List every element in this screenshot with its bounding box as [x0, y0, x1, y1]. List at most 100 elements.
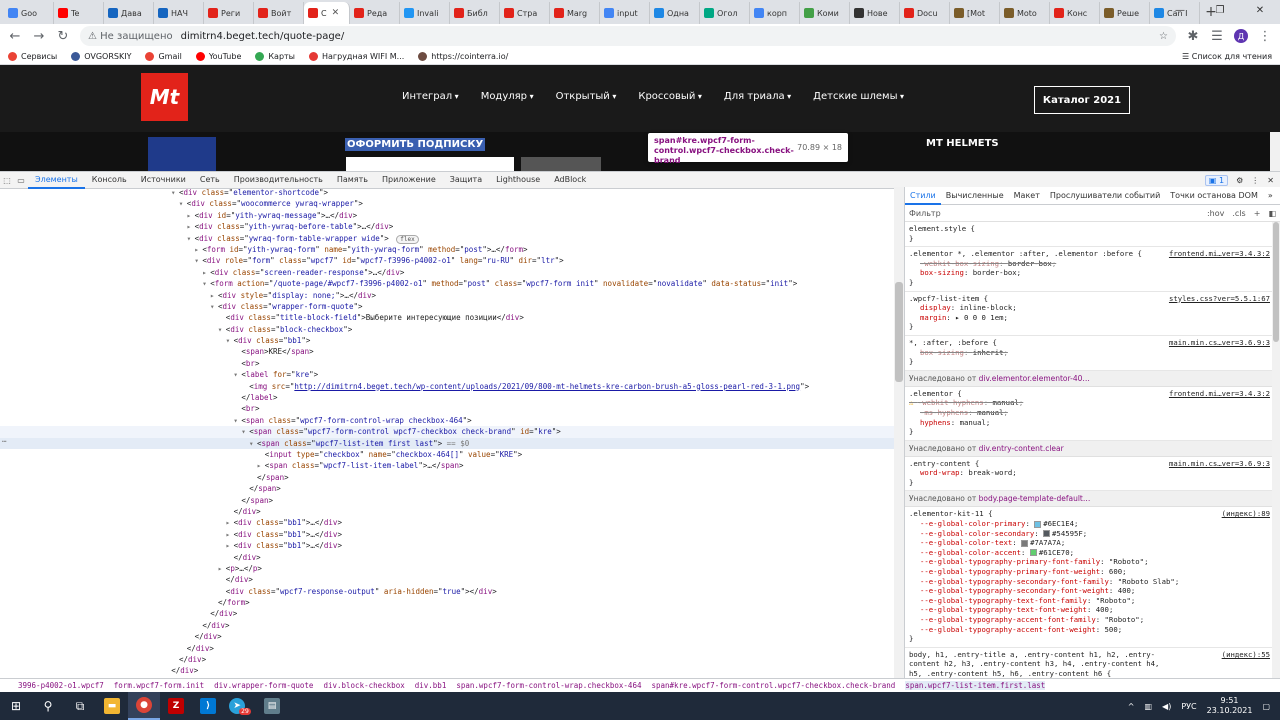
rule-source-link[interactable]: (индекс):89: [1222, 509, 1270, 519]
dom-node[interactable]: </div>: [0, 620, 904, 631]
site-logo[interactable]: Mt: [141, 73, 188, 121]
color-swatch-icon[interactable]: [1043, 530, 1051, 538]
breadcrumb-item[interactable]: div.block-checkbox: [323, 681, 404, 690]
site-menu-item[interactable]: Интеграл: [402, 91, 459, 102]
css-property-name[interactable]: --e-global-color-primary: [920, 519, 1025, 528]
css-property-value[interactable]: manual: [993, 398, 1019, 407]
back-button[interactable]: ←: [8, 29, 22, 44]
styles-tab[interactable]: Стили: [905, 187, 941, 205]
dom-node[interactable]: ▸ <span class="wpcf7-list-item-label">…</…: [0, 460, 904, 471]
dom-node[interactable]: ▾ <div class="ywraq-form-table-wrapper wi…: [0, 233, 904, 244]
breadcrumb-item[interactable]: form.wpcf7-form.init: [114, 681, 204, 690]
css-property-value[interactable]: border-box: [1008, 259, 1052, 268]
vscode-taskbar-icon[interactable]: ⟩: [192, 692, 224, 720]
expand-toggle-icon[interactable]: ▾: [249, 438, 257, 449]
css-property-name[interactable]: word-wrap: [920, 468, 960, 477]
styles-filter-input[interactable]: Фильтр: [909, 209, 1199, 218]
site-scrollbar[interactable]: [1270, 132, 1280, 171]
css-property[interactable]: --e-global-typography-primary-font-weigh…: [909, 567, 1270, 577]
browser-tab[interactable]: Docu: [900, 2, 950, 24]
browser-tab[interactable]: Войт: [254, 2, 304, 24]
css-property[interactable]: --e-global-typography-accent-font-weight…: [909, 625, 1270, 635]
color-swatch-icon[interactable]: [1034, 520, 1042, 528]
dom-node[interactable]: </div>: [0, 552, 904, 563]
issues-badge[interactable]: ▣ 1: [1204, 174, 1229, 186]
css-property-name[interactable]: --e-global-color-text: [920, 538, 1012, 547]
telegram-taskbar-icon[interactable]: ➤ 29: [224, 692, 256, 720]
color-swatch-icon[interactable]: [1029, 549, 1037, 557]
css-property[interactable]: margin: ▸ 0 0 0 1em;: [909, 313, 1270, 323]
dom-node[interactable]: ▸ <div id="yith-ywraq-message">…</div>: [0, 210, 904, 221]
dom-node[interactable]: ▾ <span class="wpcf7-form-control wpcf7-c…: [0, 426, 904, 438]
css-property-value[interactable]: #7A7A7A: [1030, 538, 1061, 547]
css-property-name[interactable]: --e-global-typography-primary-font-famil…: [920, 557, 1100, 566]
dom-node[interactable]: </form>: [0, 597, 904, 608]
new-rule-button[interactable]: +: [1254, 209, 1261, 218]
bookmark-item[interactable]: Сервисы: [8, 51, 57, 61]
css-property-value[interactable]: #6EC1E4: [1043, 519, 1074, 528]
catalog-button[interactable]: Каталог 2021: [1034, 86, 1130, 114]
dom-node[interactable]: </div>: [0, 643, 904, 654]
expand-toggle-icon[interactable]: ▾: [171, 187, 179, 198]
dom-node[interactable]: <input type="checkbox" name="checkbox-46…: [0, 449, 904, 460]
css-property[interactable]: -ms-hyphens: manual;: [909, 408, 1270, 418]
devtools-more-icon[interactable]: ⋮: [1251, 176, 1259, 185]
dom-node[interactable]: ▸ <div class="yith-ywraq-before-table">…<…: [0, 221, 904, 232]
browser-tab[interactable]: корп: [750, 2, 800, 24]
subscribe-email-input[interactable]: [346, 157, 514, 171]
css-property-value[interactable]: "Roboto": [1096, 596, 1131, 605]
browser-tab[interactable]: Библ: [450, 2, 500, 24]
css-property-name[interactable]: --e-global-typography-accent-font-weight: [920, 625, 1096, 634]
css-property-value[interactable]: 400: [1118, 586, 1131, 595]
css-property-value[interactable]: break-word: [968, 468, 1012, 477]
expand-toggle-icon[interactable]: ▸: [210, 290, 218, 301]
volume-icon[interactable]: ◀): [1162, 702, 1171, 711]
network-icon[interactable]: ▥: [1144, 702, 1152, 711]
expand-toggle-icon[interactable]: ▸: [257, 460, 265, 471]
breadcrumb-item[interactable]: div.wrapper-form-quote: [214, 681, 313, 690]
close-window-button[interactable]: ✕: [1240, 0, 1280, 24]
dom-node[interactable]: ▸ <div class="bb1">…</div>: [0, 517, 904, 528]
dom-node[interactable]: </label>: [0, 392, 904, 403]
css-property[interactable]: display: inline-block;: [909, 303, 1270, 313]
elements-tree[interactable]: ▾ <div class="elementor-shortcode"> ▾ <div …: [0, 187, 905, 678]
site-menu-item[interactable]: Модуляр: [481, 91, 534, 102]
css-property-name[interactable]: --e-global-color-secondary: [920, 529, 1034, 538]
bookmark-item[interactable]: Карты: [255, 51, 295, 61]
expand-toggle-icon[interactable]: ▾: [187, 233, 195, 244]
dom-node[interactable]: ▸ <div class="bb1">…</div>: [0, 540, 904, 551]
color-swatch-icon[interactable]: [1021, 539, 1029, 547]
css-property[interactable]: --e-global-color-accent: #61CE70;: [909, 548, 1270, 558]
expand-toggle-icon[interactable]: ▸: [226, 517, 234, 528]
node-actions-icon[interactable]: …: [2, 435, 7, 444]
css-property-value[interactable]: inherit: [973, 348, 1004, 357]
browser-tab[interactable]: Дава: [104, 2, 154, 24]
css-property-name[interactable]: -webkit-hyphens: [918, 398, 984, 407]
task-view-icon[interactable]: ⧉: [64, 692, 96, 720]
css-property-name[interactable]: --e-global-typography-accent-font-family: [920, 615, 1096, 624]
settings-gear-icon[interactable]: ⚙: [1236, 176, 1243, 185]
css-property-value[interactable]: 500: [1105, 625, 1118, 634]
windows-start-icon[interactable]: ⊞: [0, 692, 32, 720]
browser-tab[interactable]: Реги: [204, 2, 254, 24]
dom-node[interactable]: ▾ <div class="elementor-shortcode">: [0, 187, 904, 198]
tab-close-icon[interactable]: ✕: [332, 8, 340, 18]
dom-node[interactable]: </span>: [0, 495, 904, 506]
css-property-name[interactable]: --e-global-typography-primary-font-weigh…: [920, 567, 1100, 576]
browser-tab[interactable]: Реда: [350, 2, 400, 24]
expand-toggle-icon[interactable]: ▸: [226, 529, 234, 540]
forward-button[interactable]: →: [32, 29, 46, 44]
expand-toggle-icon[interactable]: ▸: [226, 540, 234, 551]
css-property[interactable]: -webkit-box-sizing: border-box;: [909, 259, 1270, 269]
css-property-value[interactable]: 400: [1096, 605, 1109, 614]
chrome-taskbar-icon[interactable]: ●: [128, 692, 160, 720]
dom-node[interactable]: ▸ <div class="bb1">…</div>: [0, 529, 904, 540]
browser-tab[interactable]: Реше: [1100, 2, 1150, 24]
rule-source-link[interactable]: styles.css?ver=5.5.1:67: [1169, 294, 1270, 304]
breadcrumb-item[interactable]: span.wpcf7-form-control-wrap.checkbox-46…: [456, 681, 641, 690]
css-property-name[interactable]: margin: [920, 313, 946, 322]
dom-node[interactable]: <br>: [0, 403, 904, 414]
css-property[interactable]: word-wrap: break-word;: [909, 468, 1270, 478]
site-menu-item[interactable]: Для триала: [724, 91, 791, 102]
reading-list-toggle-icon[interactable]: ☰: [1210, 29, 1224, 44]
